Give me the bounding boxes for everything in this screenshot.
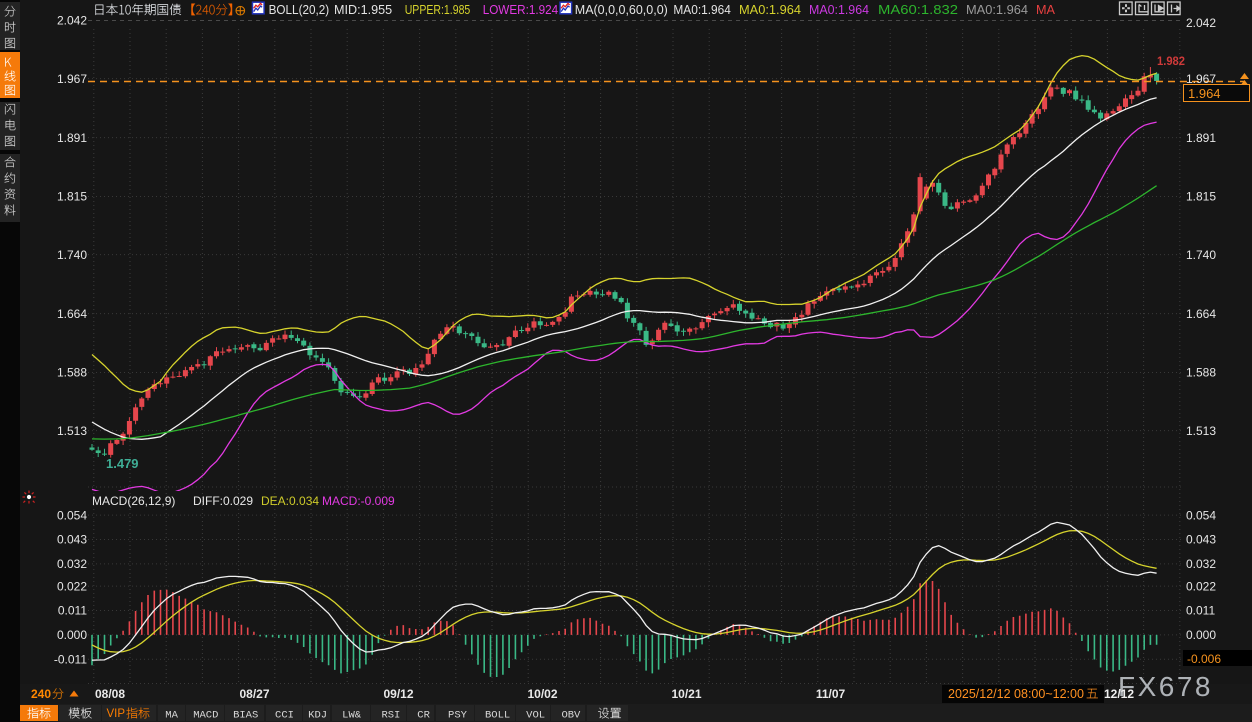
svg-text:1.967: 1.967 [57,72,87,86]
svg-text:1.815: 1.815 [57,190,87,204]
svg-text:0.022: 0.022 [1186,579,1216,593]
svg-text:0.043: 0.043 [1186,533,1216,547]
svg-text:12/12: 12/12 [1104,687,1134,701]
svg-text:0.054: 0.054 [57,508,87,522]
svg-text:1.588: 1.588 [57,366,87,380]
svg-text:MACD: MACD [193,710,218,722]
svg-text:MA: MA [1036,3,1056,17]
svg-text:MA0:1.964: MA0:1.964 [673,3,731,17]
svg-text:1.664: 1.664 [57,307,87,321]
svg-text:2.042: 2.042 [1186,16,1216,30]
svg-text:0.022: 0.022 [57,579,87,593]
svg-text:1.964: 1.964 [1188,86,1221,101]
svg-text:1.740: 1.740 [57,248,87,262]
svg-text:0.000: 0.000 [1186,628,1216,642]
svg-text:MA0:1.964: MA0:1.964 [739,3,801,17]
svg-text:RSI: RSI [381,710,400,722]
svg-text:10/21: 10/21 [671,687,701,701]
svg-text:10/02: 10/02 [527,687,557,701]
svg-text:0.032: 0.032 [57,557,87,571]
svg-text:0.011: 0.011 [1186,604,1215,618]
svg-text:1.513: 1.513 [57,424,87,438]
svg-text:240: 240 [31,687,51,701]
svg-text:0.054: 0.054 [1186,508,1216,522]
svg-text:LOWER:1.924: LOWER:1.924 [483,3,559,17]
svg-text:1.967: 1.967 [1186,72,1216,86]
svg-text:MA60:1.832: MA60:1.832 [878,3,958,17]
svg-text:-0.006: -0.006 [1187,652,1221,666]
svg-text:0.011: 0.011 [58,604,87,618]
svg-text:CCI: CCI [275,710,294,722]
svg-text:BOLL(20,2): BOLL(20,2) [269,3,330,17]
svg-text:09/12: 09/12 [383,687,413,701]
svg-text:LW&: LW& [342,710,362,722]
svg-text:-0.011: -0.011 [54,653,87,667]
svg-text:1.588: 1.588 [1186,366,1216,380]
svg-text:1.815: 1.815 [1186,190,1216,204]
svg-text:UPPER:1.985: UPPER:1.985 [405,3,471,17]
svg-text:MA0:1.964: MA0:1.964 [966,3,1028,17]
svg-text:08/27: 08/27 [239,687,269,701]
svg-text:PSY: PSY [448,710,468,722]
svg-text:1.479: 1.479 [106,456,139,471]
svg-text:1.740: 1.740 [1186,248,1216,262]
svg-text:0.000: 0.000 [57,628,87,642]
svg-text:1.664: 1.664 [1186,307,1216,321]
svg-text:MID:1.955: MID:1.955 [334,3,392,17]
svg-text:OBV: OBV [561,710,581,722]
svg-text:1.891: 1.891 [1186,131,1216,145]
svg-text:VOL: VOL [526,710,545,722]
svg-text:MA(0,0,0,60,0,0): MA(0,0,0,60,0,0) [575,3,668,17]
svg-text:VIP: VIP [107,708,126,720]
svg-text:0.043: 0.043 [57,533,87,547]
svg-text:1.982: 1.982 [1157,54,1185,68]
svg-text:MACD(26,12,9): MACD(26,12,9) [92,494,175,508]
svg-text:2.042: 2.042 [57,14,87,28]
svg-text:1.513: 1.513 [1186,424,1216,438]
svg-text:KDJ: KDJ [308,710,327,722]
svg-text:BOLL: BOLL [485,710,510,722]
svg-text:MACD:-0.009: MACD:-0.009 [322,494,395,508]
svg-text:CR: CR [417,710,430,722]
svg-text:08/08: 08/08 [95,687,125,701]
svg-text:MA: MA [165,710,178,722]
svg-text:1.891: 1.891 [57,131,87,145]
svg-text:BIAS: BIAS [233,710,258,722]
svg-text:DEA:0.034: DEA:0.034 [261,494,319,508]
svg-text:DIFF:0.029: DIFF:0.029 [193,494,253,508]
svg-text:MA0:1.964: MA0:1.964 [809,3,869,17]
svg-text:0.032: 0.032 [1186,557,1216,571]
svg-text:2025/12/12 08:00~12:00: 2025/12/12 08:00~12:00 [948,687,1084,701]
svg-text:11/07: 11/07 [816,687,846,701]
